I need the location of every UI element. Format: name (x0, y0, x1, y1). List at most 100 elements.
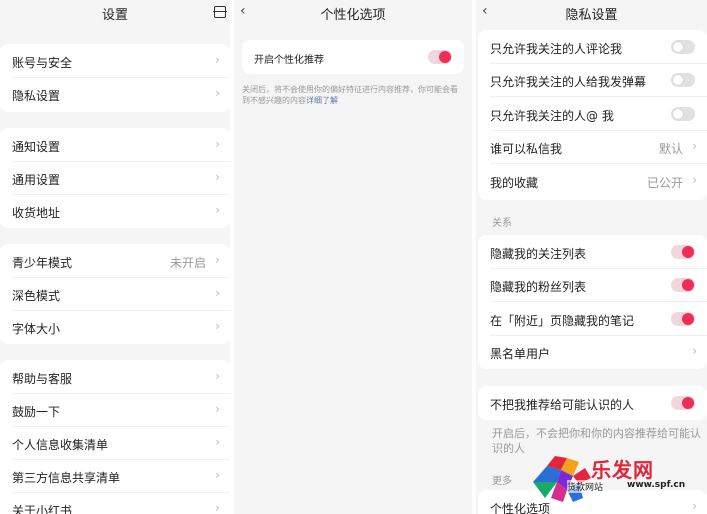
scan-icon[interactable] (213, 6, 227, 18)
chevron-right-icon: › (215, 468, 220, 482)
settings-group-display: 青少年模式 未开启 › 深色模式 › 字体大小 › (0, 244, 230, 344)
privacy-item-label: 黑名单用户 (490, 347, 551, 361)
settings-item-label: 青少年模式 (12, 256, 73, 270)
settings-item-label: 个人信息收集清单 (12, 438, 109, 452)
settings-item-value: 未开启 (169, 256, 206, 270)
settings-header: 设置 (0, 0, 230, 26)
settings-item-help[interactable]: 帮助与客服 › (0, 361, 230, 394)
chevron-right-icon: › (692, 173, 697, 187)
privacy-item-hide-following[interactable]: 隐藏我的关注列表 (478, 236, 707, 269)
settings-item-account-security[interactable]: 账号与安全 › (0, 45, 230, 78)
privacy-item-label: 隐藏我的关注列表 (490, 247, 587, 261)
privacy-group-recommend: 不把我推荐给可能认识的人 (478, 386, 707, 420)
settings-group-help: 帮助与客服 › 鼓励一下 › 个人信息收集清单 › 第三方信息共享清单 › 关于… (0, 360, 230, 514)
privacy-item-hide-nearby[interactable]: 在「附近」页隐藏我的笔记 (478, 303, 707, 336)
privacy-item-label: 只允许我关注的人给我发弹幕 (490, 75, 647, 89)
settings-item-address[interactable]: 收货地址 › (0, 195, 230, 228)
settings-item-label: 深色模式 (12, 289, 61, 303)
chevron-right-icon: › (215, 501, 220, 514)
hide-nearby-toggle[interactable] (671, 312, 695, 326)
settings-item-label: 隐私设置 (12, 89, 61, 103)
privacy-item-label: 只允许我关注的人@ 我 (490, 109, 614, 123)
privacy-item-label: 我的收藏 (490, 176, 539, 190)
personalization-card: 开启个性化推荐 (242, 40, 464, 74)
chevron-right-icon: › (692, 139, 697, 153)
privacy-group-relation: 隐藏我的关注列表 隐藏我的粉丝列表 在「附近」页隐藏我的笔记 黑名单用户 › (478, 235, 707, 369)
chevron-right-icon: › (215, 286, 220, 300)
chevron-right-icon: › (215, 402, 220, 416)
privacy-item-hide-followers[interactable]: 隐藏我的粉丝列表 (478, 269, 707, 302)
personalization-note-text: 关闭后，将不会使用你的偏好特征进行内容推荐，你可能会看到不感兴趣的内容 (242, 85, 458, 105)
personalization-toggle-row[interactable]: 开启个性化推荐 (242, 41, 464, 74)
watermark: 乐发网 货款网站 www.spf.cn (527, 448, 697, 508)
chevron-right-icon: › (692, 344, 697, 358)
page-title: 个性化选项 (320, 8, 386, 23)
settings-group-account: 账号与安全 › 隐私设置 › (0, 44, 230, 112)
settings-panel: 设置 账号与安全 › 隐私设置 › 通知设置 › 通用设置 › 收货地址 › 青… (0, 0, 230, 514)
privacy-item-label: 隐藏我的粉丝列表 (490, 280, 587, 294)
horse-logo-icon (533, 456, 591, 502)
chevron-right-icon: › (215, 253, 220, 267)
settings-item-third-party[interactable]: 第三方信息共享清单 › (0, 460, 230, 493)
chevron-right-icon: › (215, 53, 220, 67)
chevron-right-icon: › (215, 137, 220, 151)
privacy-item-danmaku[interactable]: 只允许我关注的人给我发弹幕 (478, 64, 707, 97)
privacy-item-label: 只允许我关注的人评论我 (490, 42, 623, 56)
hide-following-toggle[interactable] (671, 245, 695, 259)
learn-more-link[interactable]: 详细了解 (306, 96, 338, 105)
chevron-right-icon: › (215, 86, 220, 100)
privacy-item-label: 在「附近」页隐藏我的笔记 (490, 314, 635, 328)
privacy-panel: ‹ 隐私设置 只允许我关注的人评论我 只允许我关注的人给我发弹幕 只允许我关注的… (476, 0, 707, 514)
watermark-url: www.spf.cn (627, 480, 686, 490)
privacy-header: ‹ 隐私设置 (476, 0, 707, 26)
no-recommend-toggle[interactable] (671, 396, 695, 410)
privacy-item-value: 已公开 (646, 176, 683, 190)
settings-item-personal-info[interactable]: 个人信息收集清单 › (0, 427, 230, 460)
privacy-item-comment[interactable]: 只允许我关注的人评论我 (478, 31, 707, 64)
personalization-header: ‹ 个性化选项 (234, 0, 472, 26)
privacy-item-label: 不把我推荐给可能认识的人 (490, 398, 635, 412)
hide-followers-toggle[interactable] (671, 278, 695, 292)
settings-item-label: 收货地址 (12, 206, 61, 220)
mention-toggle[interactable] (671, 107, 695, 121)
settings-item-dark-mode[interactable]: 深色模式 › (0, 278, 230, 311)
settings-item-label: 鼓励一下 (12, 405, 61, 419)
section-header-relation: 关系 (492, 218, 512, 229)
danmaku-toggle[interactable] (671, 73, 695, 87)
watermark-sub: 货款网站 (567, 480, 604, 493)
privacy-item-label: 谁可以私信我 (490, 142, 563, 156)
settings-item-encourage[interactable]: 鼓励一下 › (0, 394, 230, 427)
settings-item-teen-mode[interactable]: 青少年模式 未开启 › (0, 245, 230, 278)
privacy-item-value: 默认 (658, 142, 683, 156)
settings-item-label: 第三方信息共享清单 (12, 471, 121, 485)
personalization-toggle[interactable] (428, 50, 452, 64)
chevron-right-icon: › (215, 319, 220, 333)
settings-item-notifications[interactable]: 通知设置 › (0, 129, 230, 162)
page-title: 设置 (101, 8, 128, 23)
privacy-item-blacklist[interactable]: 黑名单用户 › (478, 336, 707, 369)
privacy-item-collection[interactable]: 我的收藏 已公开 › (478, 165, 707, 198)
settings-item-label: 通用设置 (12, 173, 61, 187)
personalization-panel: ‹ 个性化选项 开启个性化推荐 关闭后，将不会使用你的偏好特征进行内容推荐，你可… (234, 0, 472, 514)
chevron-right-icon: › (215, 203, 220, 217)
settings-item-font-size[interactable]: 字体大小 › (0, 311, 230, 344)
chevron-right-icon: › (215, 369, 220, 383)
settings-item-general[interactable]: 通用设置 › (0, 162, 230, 195)
privacy-item-message[interactable]: 谁可以私信我 默认 › (478, 131, 707, 164)
settings-item-label: 帮助与客服 (12, 372, 73, 386)
page-title: 隐私设置 (565, 8, 618, 23)
privacy-item-mention[interactable]: 只允许我关注的人@ 我 (478, 98, 707, 131)
settings-item-label: 关于小红书 (12, 504, 73, 514)
personalization-note: 关闭后，将不会使用你的偏好特征进行内容推荐，你可能会看到不感兴趣的内容详细了解 (242, 84, 464, 106)
chevron-right-icon: › (215, 435, 220, 449)
settings-item-label: 通知设置 (12, 140, 61, 154)
personalization-toggle-label: 开启个性化推荐 (254, 55, 324, 66)
settings-item-privacy[interactable]: 隐私设置 › (0, 78, 230, 111)
settings-item-label: 字体大小 (12, 322, 61, 336)
settings-item-label: 账号与安全 (12, 56, 73, 70)
watermark-logo: 乐发网 (591, 458, 654, 482)
settings-item-about[interactable]: 关于小红书 › (0, 493, 230, 514)
comment-toggle[interactable] (671, 40, 695, 54)
privacy-item-no-recommend[interactable]: 不把我推荐给可能认识的人 (478, 387, 707, 420)
section-header-more: 更多 (492, 476, 512, 487)
